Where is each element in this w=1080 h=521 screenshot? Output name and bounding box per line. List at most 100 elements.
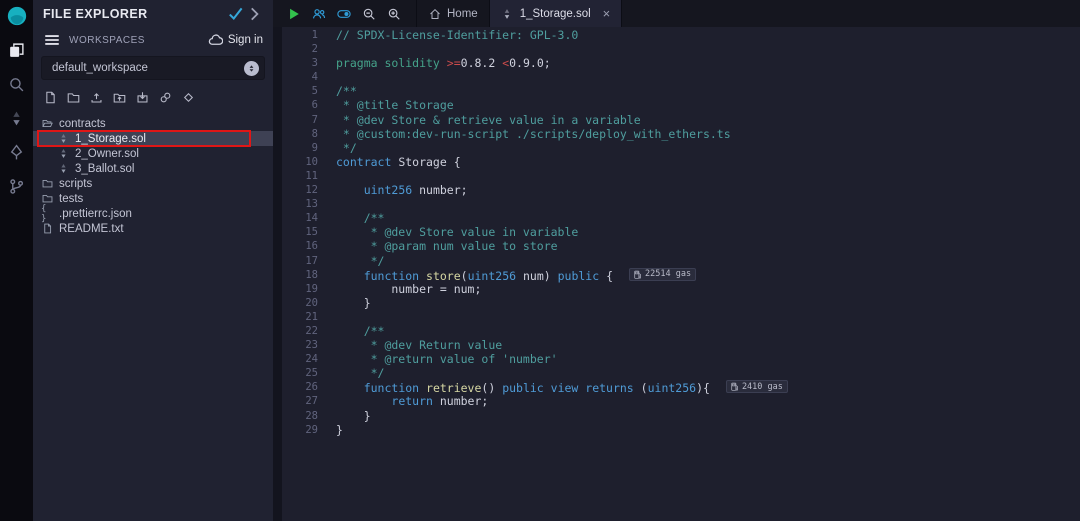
code-line[interactable]: 22 /** bbox=[273, 324, 1080, 338]
file-icon bbox=[41, 223, 53, 235]
upload-folder-icon[interactable] bbox=[112, 90, 127, 105]
code-line[interactable]: 1// SPDX-License-Identifier: GPL-3.0 bbox=[273, 28, 1080, 42]
line-number: 23 bbox=[273, 338, 318, 352]
tree-item[interactable]: tests bbox=[33, 191, 273, 206]
code-line[interactable]: 4 bbox=[273, 70, 1080, 84]
file-name: README.txt bbox=[59, 223, 124, 235]
code-line[interactable]: 9 */ bbox=[273, 141, 1080, 155]
line-number: 29 bbox=[273, 423, 318, 437]
code-line[interactable]: 12 uint256 number; bbox=[273, 183, 1080, 197]
editor-tabbar: Home 1_Storage.sol× bbox=[273, 0, 1080, 27]
solidity-icon bbox=[57, 148, 69, 160]
tree-item[interactable]: 3_Ballot.sol bbox=[33, 161, 273, 176]
code-line[interactable]: 8 * @custom:dev-run-script ./scripts/dep… bbox=[273, 127, 1080, 141]
home-icon bbox=[428, 7, 441, 20]
search-minus-icon[interactable] bbox=[358, 3, 379, 24]
code-line[interactable]: 3pragma solidity >=0.8.2 <0.9.0; bbox=[273, 56, 1080, 70]
code-line[interactable]: 2 bbox=[273, 42, 1080, 56]
deploy-icon[interactable] bbox=[8, 143, 26, 161]
code-line[interactable]: 29} bbox=[273, 423, 1080, 437]
close-tab-icon[interactable]: × bbox=[603, 7, 611, 20]
tree-item[interactable]: { }.prettierrc.json bbox=[33, 206, 273, 221]
code-line[interactable]: 5/** bbox=[273, 84, 1080, 98]
tree-item[interactable]: 2_Owner.sol bbox=[33, 146, 273, 161]
code-line[interactable]: 11 bbox=[273, 169, 1080, 183]
files-icon[interactable] bbox=[8, 41, 26, 59]
workspace-dropdown[interactable]: default_workspace bbox=[41, 56, 265, 80]
activity-bar bbox=[0, 0, 33, 521]
code-line[interactable]: 19 number = num; bbox=[273, 282, 1080, 296]
line-number: 18 bbox=[273, 268, 318, 282]
code-line[interactable]: 24 * @return value of 'number' bbox=[273, 352, 1080, 366]
code-line[interactable]: 15 * @dev Store value in variable bbox=[273, 225, 1080, 239]
code-line[interactable]: 26 function retrieve() public view retur… bbox=[273, 380, 1080, 394]
line-number: 20 bbox=[273, 296, 318, 310]
editor-toolbar-icons bbox=[273, 0, 404, 27]
file-name: 3_Ballot.sol bbox=[75, 163, 134, 175]
explorer-toolbar bbox=[33, 84, 273, 110]
play-icon[interactable] bbox=[283, 3, 304, 24]
code-line[interactable]: 14 /** bbox=[273, 211, 1080, 225]
code-line[interactable]: 21 bbox=[273, 310, 1080, 324]
gas-estimate-text: 2410 gas bbox=[742, 380, 783, 394]
code-area[interactable]: 1// SPDX-License-Identifier: GPL-3.023pr… bbox=[273, 27, 1080, 437]
import-box-icon[interactable] bbox=[135, 90, 150, 105]
code-line[interactable]: 7 * @dev Store & retrieve value in a var… bbox=[273, 113, 1080, 127]
line-number: 16 bbox=[273, 239, 318, 253]
code-line[interactable]: 6 * @title Storage bbox=[273, 98, 1080, 112]
code-line[interactable]: 10contract Storage { bbox=[273, 155, 1080, 169]
file-explorer-panel: FILE EXPLORER WORKSPACES Sign in default… bbox=[33, 0, 273, 521]
new-folder-icon[interactable] bbox=[66, 90, 81, 105]
file-name: scripts bbox=[59, 178, 92, 190]
line-number: 22 bbox=[273, 324, 318, 338]
code-line[interactable]: 25 */ bbox=[273, 366, 1080, 380]
file-name: 1_Storage.sol bbox=[75, 133, 146, 145]
code-line[interactable]: 23 * @dev Return value bbox=[273, 338, 1080, 352]
tab-1-storage-sol[interactable]: 1_Storage.sol× bbox=[490, 0, 623, 27]
solidity-icon[interactable] bbox=[8, 109, 26, 127]
code-line[interactable]: 28 } bbox=[273, 409, 1080, 423]
tree-item[interactable]: README.txt bbox=[33, 221, 273, 236]
remix-logo-icon[interactable] bbox=[6, 5, 28, 27]
line-number: 27 bbox=[273, 394, 318, 408]
line-number: 24 bbox=[273, 352, 318, 366]
users-icon[interactable] bbox=[308, 3, 329, 24]
line-number: 2 bbox=[273, 42, 318, 56]
editor-body[interactable]: 1// SPDX-License-Identifier: GPL-3.023pr… bbox=[273, 27, 1080, 521]
code-line[interactable]: 13 bbox=[273, 197, 1080, 211]
workspace-dropdown-toggle-icon[interactable] bbox=[244, 61, 259, 76]
gist-icon[interactable] bbox=[181, 90, 196, 105]
file-name: 2_Owner.sol bbox=[75, 148, 139, 160]
code-line[interactable]: 27 return number; bbox=[273, 394, 1080, 408]
new-file-icon[interactable] bbox=[43, 90, 58, 105]
tree-item[interactable]: 1_Storage.sol bbox=[33, 131, 273, 146]
confirm-check-icon[interactable] bbox=[227, 5, 245, 23]
folder-open-icon bbox=[41, 118, 53, 130]
line-number: 1 bbox=[273, 28, 318, 42]
line-number: 19 bbox=[273, 282, 318, 296]
search-plus-icon[interactable] bbox=[383, 3, 404, 24]
tree-item[interactable]: scripts bbox=[33, 176, 273, 191]
tab-home[interactable]: Home bbox=[417, 0, 490, 27]
code-line[interactable]: 18 function store(uint256 num) public {2… bbox=[273, 268, 1080, 282]
search-icon[interactable] bbox=[8, 75, 26, 93]
upload-file-icon[interactable] bbox=[89, 90, 104, 105]
explorer-header: FILE EXPLORER bbox=[33, 0, 273, 27]
line-number: 7 bbox=[273, 113, 318, 127]
git-branch-icon[interactable] bbox=[8, 177, 26, 195]
tab-label: Home bbox=[447, 8, 478, 20]
solidity-icon bbox=[57, 133, 69, 145]
hamburger-menu-icon[interactable] bbox=[43, 31, 61, 49]
sign-in-button[interactable]: Sign in bbox=[208, 33, 263, 48]
line-number: 28 bbox=[273, 409, 318, 423]
tree-item[interactable]: contracts bbox=[33, 116, 273, 131]
line-number: 3 bbox=[273, 56, 318, 70]
line-number: 8 bbox=[273, 127, 318, 141]
toggle-icon[interactable] bbox=[333, 3, 354, 24]
link-icon[interactable] bbox=[158, 90, 173, 105]
code-line[interactable]: 20 } bbox=[273, 296, 1080, 310]
gas-estimate-badge: 22514 gas bbox=[629, 268, 696, 281]
code-line[interactable]: 17 */ bbox=[273, 254, 1080, 268]
expand-panel-chevron-icon[interactable] bbox=[245, 5, 263, 23]
code-line[interactable]: 16 * @param num value to store bbox=[273, 239, 1080, 253]
